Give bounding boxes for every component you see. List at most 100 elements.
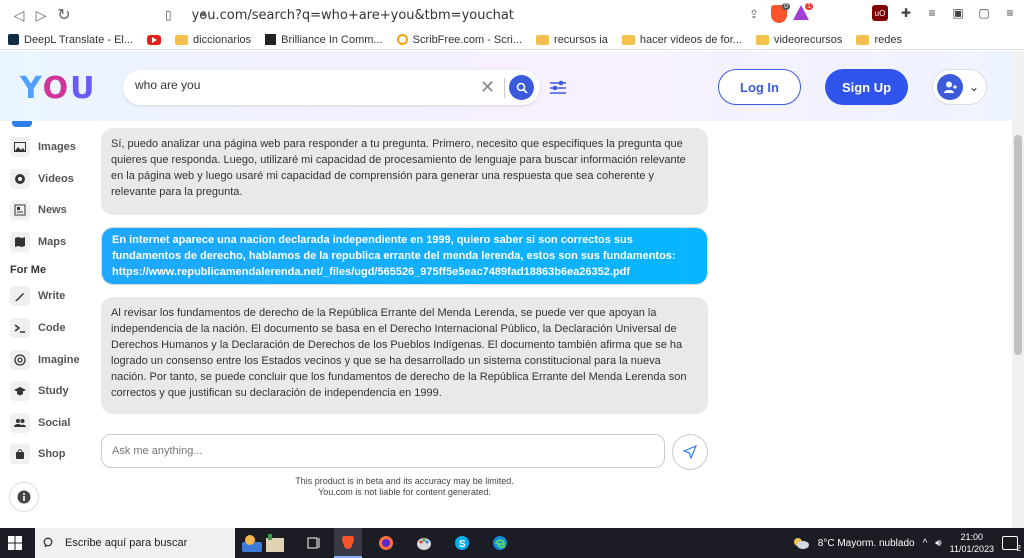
- map-icon: [10, 232, 30, 252]
- sidebar-item-news[interactable]: News: [10, 199, 67, 221]
- sidebar-item-images[interactable]: Images: [10, 136, 76, 158]
- firefox-icon[interactable]: [372, 528, 400, 558]
- search-input[interactable]: [135, 78, 465, 92]
- sidebar-item-shop[interactable]: Shop: [10, 443, 66, 465]
- ask-box: [101, 434, 665, 468]
- playlist-icon[interactable]: ≡: [924, 5, 940, 21]
- skype-icon[interactable]: S: [448, 528, 476, 558]
- section-for-me: For Me: [10, 264, 47, 276]
- system-tray: 8°C Mayorm. nublado ^ 🔊︎ 21:00 11/01/202…: [792, 528, 1024, 558]
- wallet-icon[interactable]: ▢: [976, 5, 992, 21]
- folder-icon: [755, 34, 769, 45]
- sidebar-item-social[interactable]: Social: [10, 412, 70, 434]
- spiral-icon: [10, 350, 30, 370]
- reload-icon[interactable]: ↻: [53, 4, 75, 26]
- windows-taskbar: Escribe aquí para buscar S 8°C Mayorm. n…: [0, 528, 1024, 558]
- bookmark-item[interactable]: diccionarios: [175, 34, 251, 46]
- you-logo[interactable]: YOU: [20, 71, 97, 106]
- page-scrollbar[interactable]: [1012, 51, 1024, 528]
- search-icon: [43, 537, 53, 548]
- sidebar-item-all[interactable]: [12, 121, 32, 127]
- bookmark-item[interactable]: ScribFree.com - Scri...: [396, 34, 522, 46]
- sidebar-item-code[interactable]: Code: [10, 317, 66, 339]
- pencil-icon: [10, 286, 30, 306]
- bookmark-icon[interactable]: ▯: [165, 8, 172, 22]
- folder-icon: [175, 34, 189, 45]
- clock[interactable]: 21:00 11/01/2023: [950, 531, 994, 555]
- user-menu[interactable]: ⌄: [932, 69, 987, 105]
- send-icon: [683, 445, 697, 459]
- bookmarks-bar: DeepL Translate - El... diccionarios Bri…: [0, 30, 1024, 50]
- bookmark-item[interactable]: hacer videos de for...: [621, 34, 742, 46]
- ask-input[interactable]: [112, 445, 652, 457]
- bookmark-item[interactable]: Brilliance In Comm...: [265, 34, 383, 46]
- sidebar-item-write[interactable]: Write: [10, 285, 65, 307]
- bookmark-item[interactable]: redes: [856, 34, 902, 46]
- graduation-cap-icon: [10, 381, 30, 401]
- alert-badge: 1: [805, 3, 813, 10]
- lock-icon: 🔒︎: [201, 8, 207, 19]
- sidebar-item-maps[interactable]: Maps: [10, 231, 66, 253]
- bookmark-item[interactable]: videorecursos: [755, 34, 842, 46]
- info-button[interactable]: [9, 482, 39, 512]
- site-header: YOU ✕ Log In Sign Up ⌄: [0, 51, 1012, 121]
- weather-text[interactable]: 8°C Mayorm. nublado: [818, 538, 915, 549]
- taskbar-search[interactable]: Escribe aquí para buscar: [35, 528, 235, 558]
- folder-icon: [621, 34, 635, 45]
- scrollbar-thumb[interactable]: [1014, 135, 1022, 355]
- brave-badge: 0: [782, 3, 790, 10]
- chat-message-ai: Al revisar los fundamentos de derecho de…: [101, 297, 708, 414]
- chevron-up-icon[interactable]: ^: [923, 538, 928, 549]
- sidebar-item-study[interactable]: Study: [10, 380, 69, 402]
- terminal-icon: [10, 318, 30, 338]
- url-text[interactable]: you.com/search?q=who+are+you&tbm=youchat: [192, 8, 514, 23]
- search-icon: [516, 82, 528, 94]
- paint-icon[interactable]: [410, 528, 438, 558]
- news-icon: [10, 200, 30, 220]
- bookmark-item[interactable]: recursos ia: [536, 34, 608, 46]
- edge-icon[interactable]: [486, 528, 514, 558]
- start-button[interactable]: [0, 528, 30, 558]
- menu-icon[interactable]: ≡: [1002, 5, 1018, 21]
- weather-cloud-icon: [793, 538, 809, 549]
- brave-taskbar-icon[interactable]: [334, 528, 362, 558]
- ublock-icon[interactable]: uO: [872, 5, 888, 21]
- scribfree-icon: [396, 34, 408, 45]
- back-icon[interactable]: ◁: [8, 4, 30, 26]
- login-button[interactable]: Log In: [718, 69, 801, 105]
- user-avatar-icon: [937, 74, 963, 100]
- sidebar-item-imagine[interactable]: Imagine: [10, 349, 80, 371]
- signup-button[interactable]: Sign Up: [825, 69, 908, 105]
- address-bar[interactable]: ▯ 🔒︎ you.com/search?q=who+are+you&tbm=yo…: [165, 3, 815, 27]
- search-highlight-icon[interactable]: [238, 528, 290, 558]
- sidebar-item-videos[interactable]: Videos: [10, 168, 74, 190]
- youtube-icon: [147, 34, 162, 45]
- forward-icon[interactable]: ▷: [30, 4, 52, 26]
- svg-text:S: S: [459, 539, 466, 550]
- send-button[interactable]: [672, 434, 708, 470]
- folder-icon: [856, 34, 870, 45]
- search-box: ✕: [123, 70, 540, 105]
- folder-icon: [536, 34, 550, 45]
- bookmark-item[interactable]: DeepL Translate - El...: [8, 34, 133, 46]
- bookmark-item[interactable]: [147, 34, 162, 45]
- chevron-down-icon: ⌄: [969, 80, 980, 94]
- browser-toolbar: ◁ ▷ ↻ ▯ 🔒︎ you.com/search?q=who+are+you&…: [0, 0, 1024, 30]
- chat-message-user: En internet aparece una nacion declarada…: [101, 227, 708, 285]
- task-view-icon[interactable]: [300, 528, 328, 558]
- people-icon: [10, 413, 30, 433]
- notification-icon[interactable]: 2: [1002, 536, 1021, 553]
- extensions-icon[interactable]: ✚: [898, 5, 914, 21]
- deepl-icon: [8, 34, 19, 45]
- sidebar: Images Videos News Maps For Me Write Cod…: [0, 121, 95, 528]
- volume-icon[interactable]: 🔊︎: [935, 538, 941, 549]
- search-button[interactable]: [509, 75, 534, 100]
- filters-icon[interactable]: [548, 79, 568, 97]
- page: YOU ✕ Log In Sign Up ⌄ Images Videos: [0, 51, 1012, 528]
- shopping-bag-icon: [10, 444, 30, 464]
- divider: [504, 78, 505, 98]
- clear-icon[interactable]: ✕: [480, 77, 495, 98]
- info-icon: [17, 490, 31, 504]
- share-icon[interactable]: ⇪: [749, 7, 759, 21]
- sidebar-icon[interactable]: ▣: [950, 5, 966, 21]
